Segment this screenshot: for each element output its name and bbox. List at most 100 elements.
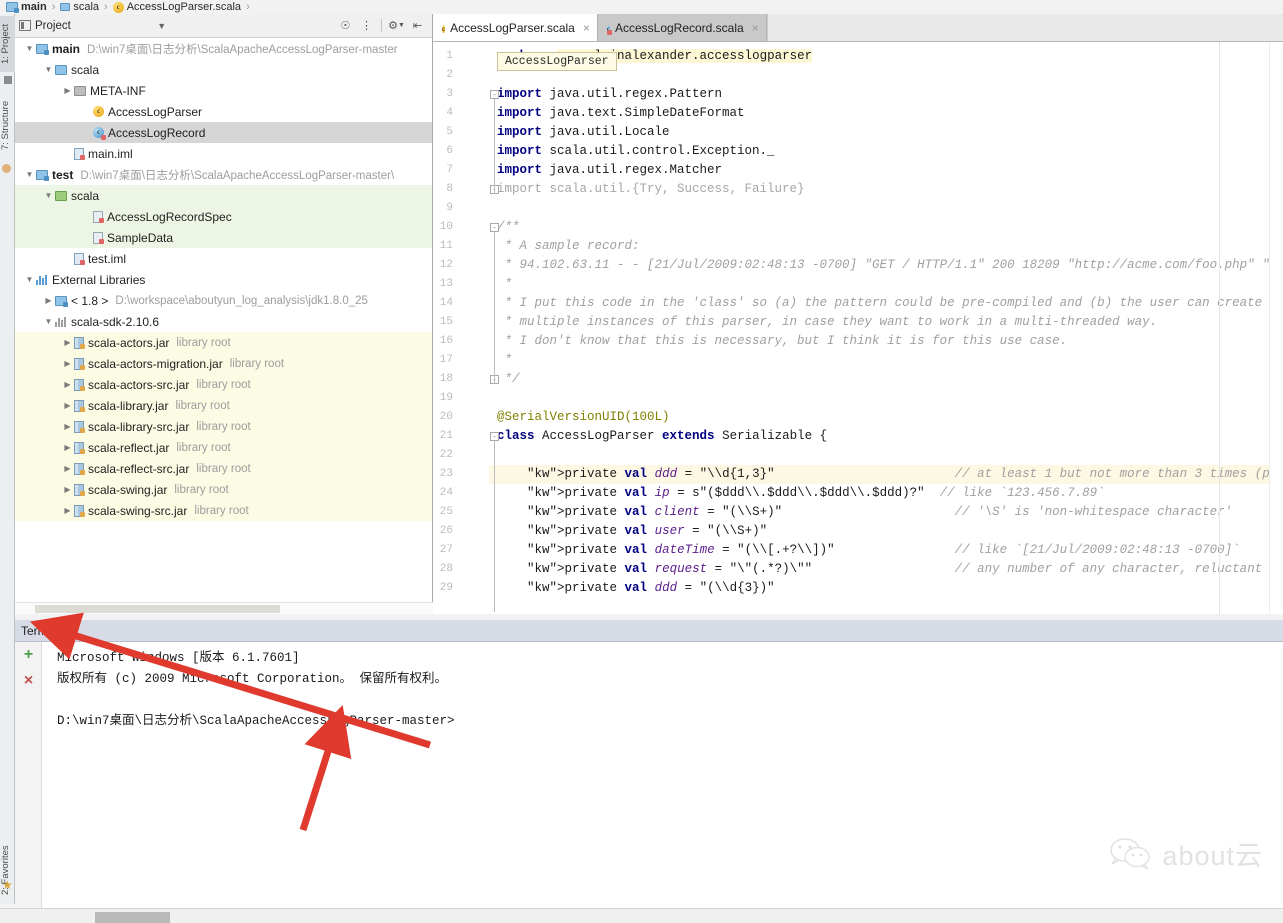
code-fold-marker[interactable]: -: [490, 432, 499, 441]
tree-expand-arrow[interactable]: ▼: [42, 65, 55, 74]
tree-row[interactable]: ▶ scala-library-src.jar library root: [15, 416, 432, 437]
tree-row[interactable]: ▼ External Libraries: [15, 269, 432, 290]
tree-expand-arrow[interactable]: ▶: [61, 338, 74, 347]
tree-row[interactable]: AccessLogRecordSpec: [15, 206, 432, 227]
terminal-output[interactable]: Microsoft Windows [版本 6.1.7601] 版权所有 (c) …: [43, 642, 1283, 908]
tree-row[interactable]: c AccessLogRecord: [15, 122, 432, 143]
close-icon[interactable]: ×: [752, 21, 759, 35]
tree-row[interactable]: SampleData: [15, 227, 432, 248]
gear-icon[interactable]: ⚙ ▼: [388, 19, 405, 32]
tree-row[interactable]: ▶ scala-library.jar library root: [15, 395, 432, 416]
tree-row[interactable]: ▶ scala-swing.jar library root: [15, 479, 432, 500]
code-viewport[interactable]: 1 2 3 4 5 6 7 8 9 10 11 12 13 14 15 16 17 18 19 20 21 22 23 24 2…: [433, 42, 1283, 614]
code-line[interactable]: import java.util.Locale: [497, 123, 670, 142]
tree-expand-arrow[interactable]: ▶: [61, 506, 74, 515]
tree-expand-arrow[interactable]: ▼: [42, 317, 55, 326]
tree-row[interactable]: test.iml: [15, 248, 432, 269]
editor-scrollbar[interactable]: [1269, 42, 1283, 614]
tree-row[interactable]: ▶ META-INF: [15, 80, 432, 101]
editor-tab[interactable]: c AccessLogRecord.scala ×: [597, 14, 767, 41]
editor-tab[interactable]: c AccessLogParser.scala ×: [433, 14, 598, 41]
code-line[interactable]: * A sample record:: [497, 237, 640, 256]
code-line[interactable]: "kw">private val request = "\"(.*?)\"" /…: [497, 560, 1262, 579]
code-line[interactable]: * 94.102.63.11 - - [21/Jul/2009:02:48:13…: [497, 256, 1283, 275]
tree-expand-arrow[interactable]: ▼: [23, 275, 36, 284]
code-line[interactable]: "kw">private val dateTime = "(\\[.+?\\])…: [497, 541, 1240, 560]
breadcrumb-item-file[interactable]: c AccessLogParser.scala: [111, 1, 243, 13]
breadcrumb-item-scala[interactable]: scala: [58, 1, 101, 13]
code-line[interactable]: import java.util.regex.Matcher: [497, 161, 722, 180]
tree-expand-arrow[interactable]: ▶: [61, 485, 74, 494]
sidebar-item-favorites[interactable]: 2: Favorites: [0, 834, 15, 906]
code-line[interactable]: * I put this code in the 'class' so (a) …: [497, 294, 1263, 313]
code-line[interactable]: "kw">private val client = "(\\S+)" // '\…: [497, 503, 1232, 522]
tree-row[interactable]: main.iml: [15, 143, 432, 164]
tree-row-label: META-INF: [90, 83, 146, 98]
line-number: 19: [439, 392, 453, 404]
close-session-icon[interactable]: ×: [15, 668, 42, 694]
scrollbar-thumb[interactable]: [35, 605, 280, 613]
tree-expand-arrow[interactable]: ▶: [61, 401, 74, 410]
new-session-plus-icon[interactable]: +: [15, 642, 42, 668]
code-line[interactable]: import scala.util.control.Exception._: [497, 142, 775, 161]
code-fold-marker[interactable]: -: [490, 90, 499, 99]
close-icon[interactable]: ×: [583, 21, 590, 35]
tree-row[interactable]: c AccessLogParser: [15, 101, 432, 122]
ide-window: main › scala › c AccessLogParser.scala ›…: [0, 0, 1283, 923]
tree-row[interactable]: ▶ scala-reflect.jar library root: [15, 437, 432, 458]
scala-object-icon: c: [606, 25, 610, 33]
tree-row[interactable]: ▼ scala: [15, 185, 432, 206]
tree-row[interactable]: ▼ main D:\win7桌面\日志分析\ScalaApacheAccessLog…: [15, 38, 432, 59]
project-tree[interactable]: ▼ main D:\win7桌面\日志分析\ScalaApacheAccessLog…: [15, 38, 432, 602]
terminal-tool-window: Terminal + × Microsoft Windows [版本 6.1.7…: [15, 620, 1283, 908]
code-fold-marker[interactable]: -: [490, 223, 499, 232]
tree-expand-arrow[interactable]: ▶: [61, 359, 74, 368]
sidebar-item-structure[interactable]: 7: Structure: [0, 89, 15, 161]
project-panel-title[interactable]: Project: [19, 20, 71, 32]
tree-expand-arrow[interactable]: ▼: [42, 191, 55, 200]
tree-expand-arrow[interactable]: ▶: [42, 296, 55, 305]
tree-row[interactable]: ▶ scala-actors-migration.jar library root: [15, 353, 432, 374]
tree-row[interactable]: ▶ scala-actors.jar library root: [15, 332, 432, 353]
code-line[interactable]: *: [497, 351, 513, 370]
tree-row[interactable]: ▼ scala-sdk-2.10.6: [15, 311, 432, 332]
code-line[interactable]: class AccessLogParser extends Serializab…: [497, 427, 827, 446]
project-tree-hscrollbar[interactable]: [15, 602, 433, 614]
code-line[interactable]: import java.util.regex.Pattern: [497, 85, 722, 104]
tree-row[interactable]: ▶ scala-reflect-src.jar library root: [15, 458, 432, 479]
tree-expand-arrow[interactable]: ▶: [61, 464, 74, 473]
tree-expand-arrow[interactable]: ▼: [23, 44, 36, 53]
tree-expand-arrow[interactable]: ▼: [23, 170, 36, 179]
code-line[interactable]: import java.text.SimpleDateFormat: [497, 104, 745, 123]
tree-row[interactable]: ▶ < 1.8 > D:\workspace\aboutyun_log_analys…: [15, 290, 432, 311]
code-line[interactable]: "kw">private val ddd = "\\d{1,3}" // at …: [497, 465, 1283, 484]
collapse-all-icon[interactable]: ⋮: [360, 19, 373, 32]
tree-row[interactable]: ▶ scala-actors-src.jar library root: [15, 374, 432, 395]
tree-expand-arrow[interactable]: ▶: [61, 86, 74, 95]
code-line[interactable]: * I don't know that this is necessary, b…: [497, 332, 1068, 351]
code-line[interactable]: "kw">private val ip = s"($ddd\\.$ddd\\.$…: [497, 484, 1105, 503]
tree-row-label: scala-swing-src.jar: [88, 503, 188, 518]
code-line[interactable]: */: [497, 370, 520, 389]
tree-row-label: AccessLogParser: [108, 104, 203, 119]
code-line[interactable]: import scala.util.{Try, Success, Failure…: [497, 180, 805, 199]
tree-expand-arrow[interactable]: ▶: [61, 443, 74, 452]
hide-icon[interactable]: ⇤: [411, 19, 424, 32]
sidebar-item-project[interactable]: 1: Project: [0, 16, 15, 72]
target-icon[interactable]: ☉: [339, 19, 352, 32]
tree-row[interactable]: ▶ scala-swing-src.jar library root: [15, 500, 432, 521]
code-line[interactable]: /**: [497, 218, 520, 237]
code-line[interactable]: @SerialVersionUID(100L): [497, 408, 670, 427]
code-line[interactable]: * multiple instances of this parser, in …: [497, 313, 1158, 332]
editor-tabs[interactable]: c AccessLogParser.scala × c AccessLogRecord.…: [433, 14, 1283, 42]
tree-row[interactable]: ▼ test D:\win7桌面\日志分析\ScalaApacheAccessLog…: [15, 164, 432, 185]
tree-row[interactable]: ▼ scala: [15, 59, 432, 80]
code-line[interactable]: "kw">private val ddd = "(\\d{3})": [497, 579, 775, 598]
breadcrumb-item-main[interactable]: main: [4, 1, 49, 13]
code-line[interactable]: "kw">private val user = "(\\S+)": [497, 522, 767, 541]
tree-expand-arrow[interactable]: ▶: [61, 380, 74, 389]
tree-expand-arrow[interactable]: ▶: [61, 422, 74, 431]
terminal-header[interactable]: Terminal: [15, 620, 1283, 642]
code-line[interactable]: *: [497, 275, 513, 294]
chevron-down-icon[interactable]: ▼: [157, 21, 166, 31]
